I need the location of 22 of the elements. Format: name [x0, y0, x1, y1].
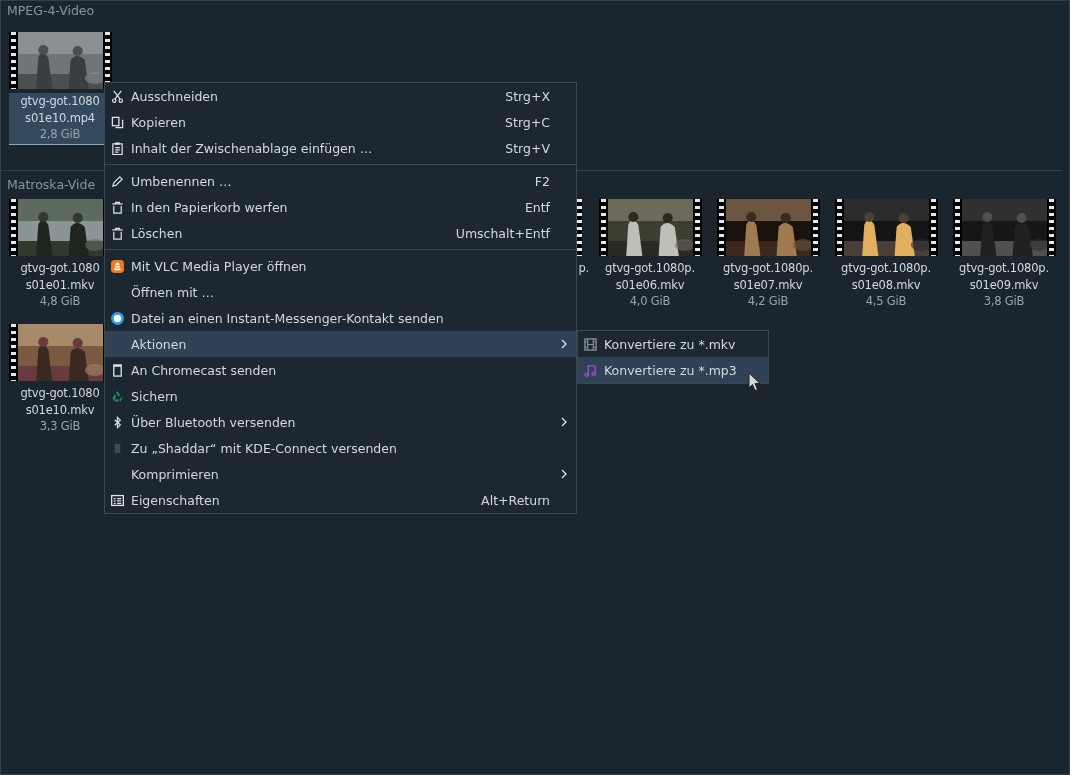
file-label[interactable]: gtvg-got.1080p. s01e06.mkv 4,0 GiB	[598, 260, 702, 311]
menu-item[interactable]: Umbenennen … F2	[105, 168, 576, 194]
file-label[interactable]: p.	[578, 260, 589, 279]
menu-item[interactable]: Konvertiere zu *.mp3	[578, 357, 768, 383]
menu-item[interactable]: Datei an einen Instant-Messenger-Kontakt senden	[105, 305, 576, 331]
menu-item[interactable]: Sichern	[105, 383, 576, 409]
menu-item[interactable]: Konvertiere zu *.mkv	[578, 331, 768, 357]
section-title: MPEG-4-Video	[7, 3, 95, 19]
file-label[interactable]: gtvg-got.1080p. s01e09.mkv 3,8 GiB	[952, 260, 1056, 311]
menu-item[interactable]: Zu „Shaddar“ mit KDE-Connect versenden	[105, 435, 576, 461]
menu-item[interactable]: Mit VLC Media Player öffnen	[105, 253, 576, 279]
menu-item[interactable]: Über Bluetooth versenden	[105, 409, 576, 435]
menu-item[interactable]: Eigenschaften Alt+Return	[105, 487, 576, 513]
file-label[interactable]: gtvg-got.1080p. s01e07.mkv 4,2 GiB	[716, 260, 820, 311]
menu-item[interactable]: Löschen Umschalt+Entf	[105, 220, 576, 246]
menu-item[interactable]: Öffnen mit …	[105, 279, 576, 305]
section-title: Matroska-Vide	[7, 177, 96, 193]
menu-item[interactable]: Aktionen	[105, 331, 576, 357]
file-label[interactable]: gtvg-got.1080p. s01e08.mkv 4,5 GiB	[834, 260, 938, 311]
menu-item[interactable]: In den Papierkorb werfen Entf	[105, 194, 576, 220]
menu-item[interactable]: An Chromecast senden	[105, 357, 576, 383]
menu-item[interactable]: Komprimieren	[105, 461, 576, 487]
